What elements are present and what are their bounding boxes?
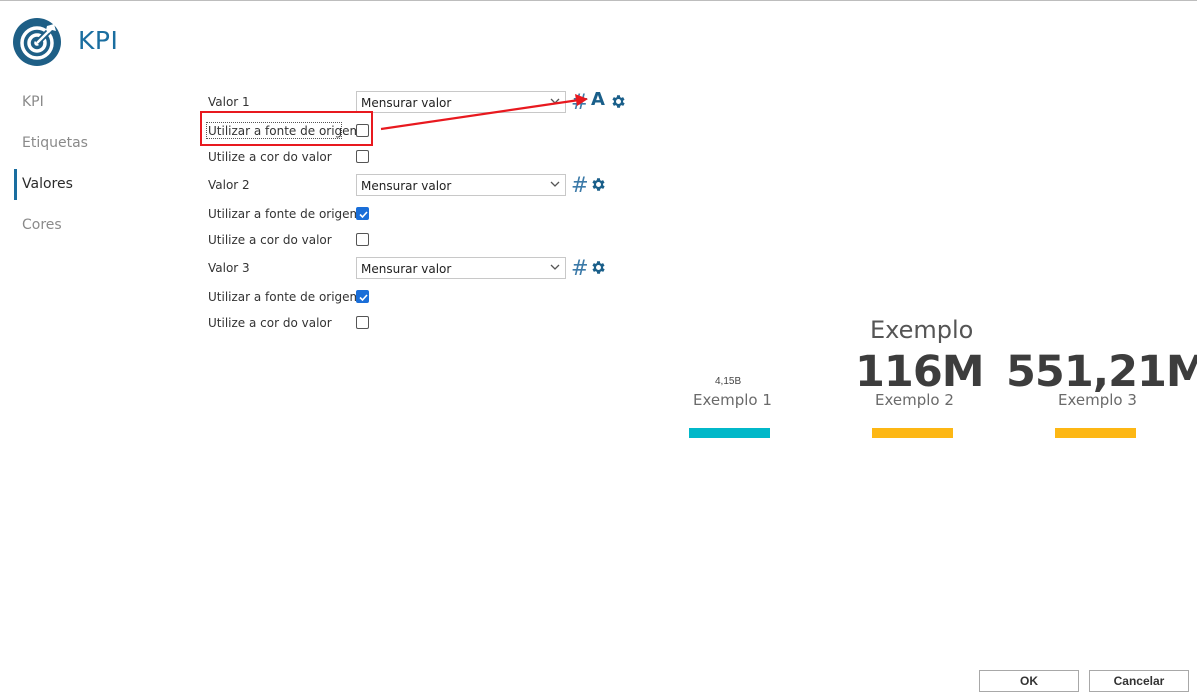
valor-2-select[interactable]: Mensurar valor [356,174,566,196]
sidebar-item-kpi[interactable]: KPI [22,94,44,110]
chevron-down-icon [550,181,560,187]
kpi-2-value: 116M [855,347,985,397]
sidebar-active-indicator [14,169,17,200]
target-arrow-icon [13,18,61,66]
valor-1-label: Valor 1 [208,95,250,109]
kpi-3-value: 551,21M [1006,347,1197,397]
valor-3-select-value: Mensurar valor [361,262,452,276]
kpi-1-label: Exemplo 1 [693,391,772,409]
valor-3-color-checkbox[interactable] [356,316,369,329]
kpi-2-color-bar [872,428,953,438]
valor-3-color-label: Utilize a cor do valor [208,316,332,330]
checkmark-icon [359,294,368,302]
checkmark-icon [359,211,368,219]
kpi-2-label: Exemplo 2 [875,391,954,409]
highlight-annotation-box [200,111,373,146]
preview-title: Exemplo [870,316,974,344]
sidebar-item-valores[interactable]: Valores [22,176,73,192]
gear-icon[interactable] [590,259,607,276]
top-border [0,0,1197,1]
valor-2-label: Valor 2 [208,178,250,192]
number-format-icon[interactable]: # [571,175,589,196]
valor-1-color-checkbox[interactable] [356,150,369,163]
valor-2-select-value: Mensurar valor [361,179,452,193]
valor-3-label: Valor 3 [208,261,250,275]
valor-3-select[interactable]: Mensurar valor [356,257,566,279]
chevron-down-icon [550,264,560,270]
sidebar-item-cores[interactable]: Cores [22,217,62,233]
kpi-1-color-bar [689,428,770,438]
valor-1-color-label: Utilize a cor do valor [208,150,332,164]
kpi-3-label: Exemplo 3 [1058,391,1137,409]
valor-2-color-label: Utilize a cor do valor [208,233,332,247]
ok-button[interactable]: OK [979,670,1079,692]
valor-3-source-font-label: Utilizar a fonte de origem [208,290,362,304]
gear-icon[interactable] [590,176,607,193]
valor-2-source-font-checkbox[interactable] [356,207,369,220]
kpi-1-value: 4,15B [715,376,742,387]
cancel-button[interactable]: Cancelar [1089,670,1189,692]
gear-icon[interactable] [610,93,627,110]
valor-3-source-font-checkbox[interactable] [356,290,369,303]
valor-2-color-checkbox[interactable] [356,233,369,246]
number-format-icon[interactable]: # [571,258,589,279]
valor-2-source-font-label: Utilizar a fonte de origem [208,207,362,221]
app-title: KPI [78,26,119,55]
sidebar-item-etiquetas[interactable]: Etiquetas [22,135,88,151]
annotation-arrow [380,94,588,131]
kpi-3-color-bar [1055,428,1136,438]
